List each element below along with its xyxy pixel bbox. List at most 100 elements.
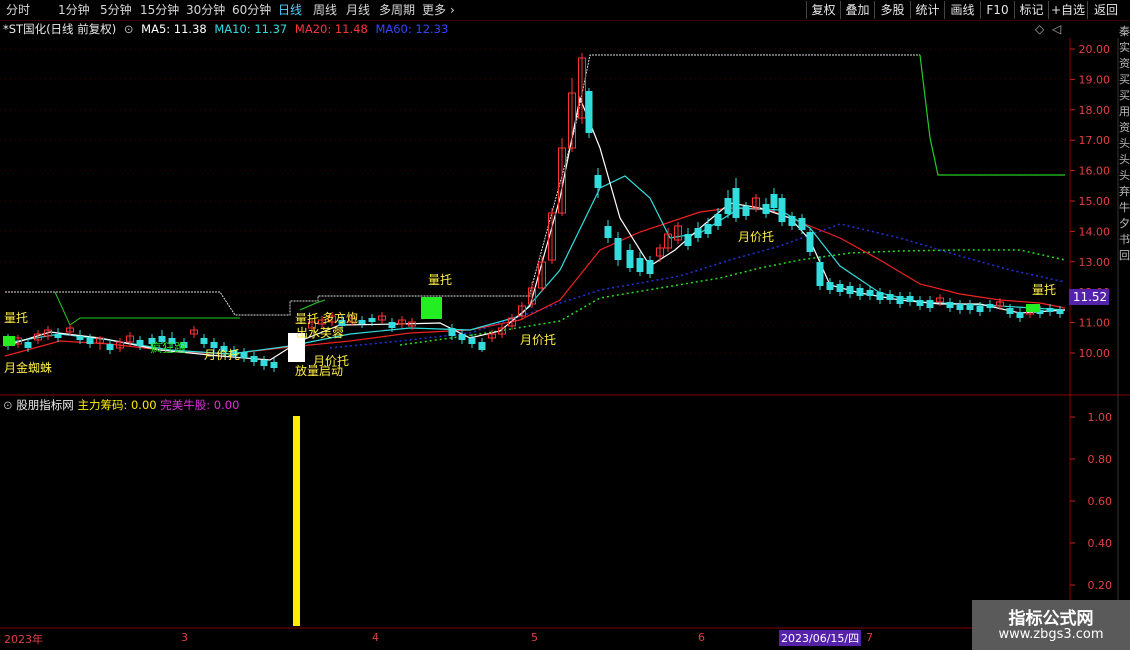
candle-body: [742, 206, 750, 216]
annotation-chu-shui-fu-rong: 出水芙蓉: [296, 326, 345, 340]
candle-body: [54, 334, 62, 338]
tab-5min[interactable]: 5分钟: [100, 2, 132, 18]
candle-body: [846, 286, 854, 294]
annotation-duo-fang-pao: 多方炮: [322, 311, 359, 325]
support-line-green-1: [54, 291, 240, 326]
tab-fenshi[interactable]: 分时: [6, 2, 30, 18]
candle-body: [798, 218, 806, 230]
price-tick-label: 14.00: [1079, 225, 1111, 238]
arrow-left-icon[interactable]: ◁: [1052, 22, 1061, 36]
overlay-button[interactable]: 叠加: [840, 1, 874, 19]
right-strip-char: 头: [1119, 137, 1130, 150]
right-strip-char: 资: [1119, 57, 1130, 70]
annotation-yue-jin-zhi-zhu: 月金蜘蛛: [4, 361, 53, 375]
right-strip-char: 资: [1119, 121, 1130, 134]
candle-body: [368, 318, 376, 322]
tab-weekly[interactable]: 周线: [313, 2, 337, 18]
date-label: 4: [372, 631, 379, 644]
indicator-tick-label: 0.20: [1088, 579, 1113, 592]
annotation-kuai-pao: 疯狂跑: [150, 341, 187, 355]
tab-more[interactable]: 更多: [422, 2, 446, 18]
settings-dropdown-icon[interactable]: ⊙: [124, 22, 134, 36]
right-strip-char: 买: [1119, 89, 1130, 102]
candle-body: [946, 302, 954, 308]
right-strip-char: 弃: [1119, 185, 1130, 198]
indicator-tick-label: 1.00: [1088, 411, 1113, 424]
candle-body: [200, 338, 208, 344]
ma5-value: MA5: 11.38: [141, 22, 207, 36]
annotation-liang-tuo: 量托: [4, 311, 29, 325]
watermark-title: 指标公式网: [1008, 609, 1094, 629]
right-strip-char: 实: [1119, 41, 1130, 54]
date-label: 5: [531, 631, 538, 644]
chevron-right-icon[interactable]: ›: [450, 2, 455, 18]
tab-monthly[interactable]: 月线: [346, 2, 370, 18]
candle-body: [448, 328, 456, 336]
date-label: 7: [866, 631, 873, 644]
indicator-axis-labels: 1.00 0.80 0.60 0.40 0.20: [1070, 411, 1112, 592]
candle-body: [478, 342, 486, 350]
niu-gu-value: 完美牛股: 0.00: [160, 398, 240, 412]
tab-1min[interactable]: 1分钟: [58, 2, 90, 18]
indicator-header: ⊙ 股朋指标网 主力筹码: 0.00 完美牛股: 0.00: [0, 397, 239, 413]
mark-button[interactable]: 标记: [1014, 1, 1048, 19]
annotation-yue-jia-tuo: 月价托: [738, 230, 775, 244]
price-tick-label: 13.00: [1079, 256, 1111, 269]
annotation-yue-jia-tuo: 月价托: [204, 348, 241, 362]
support-line-green-2: [919, 54, 1065, 176]
tab-daily[interactable]: 日线: [278, 2, 302, 18]
candle-body: [876, 292, 884, 300]
candle-body: [468, 338, 476, 344]
candle-body: [826, 282, 834, 290]
candle-body: [594, 175, 602, 188]
candle-body: [260, 360, 268, 366]
diamond-icon[interactable]: ◇: [1035, 22, 1044, 36]
candle-body: [916, 300, 924, 306]
add-favorite-button[interactable]: +自选: [1048, 1, 1087, 19]
candle-body: [458, 334, 466, 340]
right-strip-char: 书: [1119, 233, 1130, 246]
tab-60min[interactable]: 60分钟: [232, 2, 271, 18]
price-tick-label: 15.00: [1079, 195, 1111, 208]
candle-body: [732, 188, 740, 218]
candle-body: [646, 260, 654, 274]
annotation-liang-tuo: 量托: [428, 273, 453, 287]
candle-body: [106, 344, 114, 350]
back-button[interactable]: 返回: [1087, 1, 1124, 19]
price-tick-label: 19.00: [1079, 73, 1111, 86]
site-watermark: 指标公式网 www.zbgs3.com: [972, 600, 1130, 650]
price-tick-label: 11.00: [1079, 317, 1111, 330]
draw-button[interactable]: 画线: [944, 1, 980, 19]
candle-body: [966, 304, 974, 310]
candle-body: [714, 214, 722, 226]
kline-chart[interactable]: 20.00 19.00 18.00 17.00 16.00 15.00 14.00 13.00…: [0, 38, 1130, 630]
candle-body: [906, 296, 914, 302]
candle-body: [86, 338, 94, 344]
candle-body: [856, 288, 864, 296]
indicator-dropdown-icon[interactable]: ⊙: [3, 398, 13, 412]
candle-body: [886, 294, 894, 300]
f10-button[interactable]: F10: [980, 1, 1014, 19]
fuquan-button[interactable]: 复权: [806, 1, 840, 19]
right-strip-char: 回: [1119, 249, 1130, 262]
candle-body: [684, 234, 692, 246]
candle-body: [1006, 308, 1014, 314]
tab-multi-period[interactable]: 多周期: [379, 2, 415, 18]
candle-body: [24, 342, 32, 348]
candle-body: [694, 228, 702, 238]
price-tick-label: 20.00: [1079, 43, 1111, 56]
right-strip-char: 头: [1119, 153, 1130, 166]
indicator-tick-label: 0.80: [1088, 453, 1113, 466]
tab-15min[interactable]: 15分钟: [140, 2, 179, 18]
candle-body: [778, 198, 786, 222]
tab-30min[interactable]: 30分钟: [186, 2, 225, 18]
right-strip-char: 用: [1119, 105, 1130, 118]
candle-body: [136, 340, 144, 346]
annotation-liang-tuo: 量托: [295, 312, 320, 326]
candle-body: [896, 296, 904, 304]
multi-stock-button[interactable]: 多股: [874, 1, 910, 19]
candle-body: [926, 300, 934, 308]
stats-button[interactable]: 统计: [910, 1, 944, 19]
indicator-tick-label: 0.60: [1088, 495, 1113, 508]
candle-body: [788, 216, 796, 226]
